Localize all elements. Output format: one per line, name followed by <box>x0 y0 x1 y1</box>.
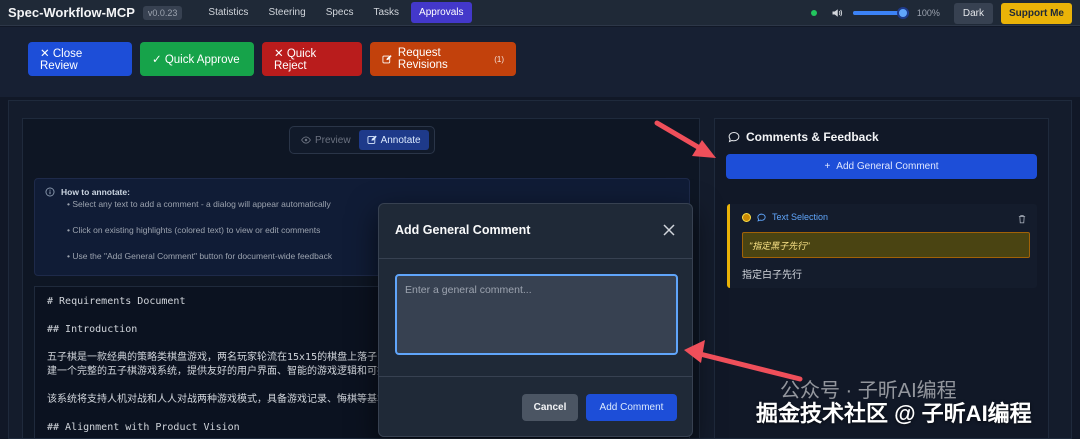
annotate-button[interactable]: Annotate <box>358 130 429 150</box>
cancel-button[interactable]: Cancel <box>522 394 578 421</box>
connection-status-dot <box>810 10 817 16</box>
preview-button[interactable]: Preview <box>293 130 359 150</box>
add-general-comment-button[interactable]: + Add General Comment <box>726 154 1037 179</box>
watermark-site: 掘金技术社区 @ 子昕AI编程 <box>756 401 1032 426</box>
nav-right-controls: 100% Dark Support Me <box>810 0 1072 26</box>
dialog-divider <box>379 376 692 377</box>
quick-approve-label: ✓ Quick Approve <box>152 54 240 66</box>
preview-label: Preview <box>315 134 351 146</box>
add-general-comment-label: Add General Comment <box>836 161 939 172</box>
tab-approvals[interactable]: Approvals <box>411 2 472 23</box>
dialog-divider <box>379 258 692 259</box>
tab-specs[interactable]: Specs <box>318 2 362 23</box>
tab-statistics[interactable]: Statistics <box>200 2 256 23</box>
view-mode-toggle: Preview Annotate <box>289 126 435 154</box>
theme-toggle-button[interactable]: Dark <box>953 2 993 24</box>
edit-icon <box>367 135 377 144</box>
general-comment-input[interactable] <box>395 274 678 355</box>
quick-approve-button[interactable]: ✓ Quick Approve <box>140 42 254 76</box>
selected-text-quote: "指定黑子先行" <box>742 232 1030 258</box>
nav-tabs: Statistics Steering Specs Tasks Approval… <box>200 2 472 23</box>
app-title[interactable]: Spec-Workflow-MCP <box>8 5 135 20</box>
volume-slider[interactable] <box>852 7 909 19</box>
close-icon[interactable] <box>663 224 675 236</box>
comment-body: 指定白子先行 <box>742 270 802 281</box>
chat-bubble-icon <box>728 131 740 143</box>
help-title-text: How to annotate: <box>61 187 130 197</box>
quick-reject-label: ✕ Quick Reject <box>274 48 317 72</box>
quick-reject-button[interactable]: ✕ Quick Reject <box>262 42 362 76</box>
trash-icon[interactable] <box>1017 214 1027 224</box>
top-navigation: Spec-Workflow-MCP v0.0.23 Statistics Ste… <box>0 0 1080 26</box>
close-review-label: ✕ Close Review <box>40 48 83 72</box>
comments-header: Comments & Feedback <box>728 130 879 144</box>
volume-value: 100% <box>916 8 940 18</box>
tab-tasks[interactable]: Tasks <box>365 2 407 23</box>
add-comment-button[interactable]: Add Comment <box>586 394 677 421</box>
dialog-title: Add General Comment <box>395 223 531 237</box>
edit-icon <box>382 54 392 63</box>
close-review-button[interactable]: ✕ Close Review <box>28 42 132 76</box>
info-icon <box>45 187 55 197</box>
revisions-count: (1) <box>494 54 504 64</box>
highlight-color-dot[interactable] <box>742 212 751 222</box>
help-title: How to annotate: <box>45 187 679 197</box>
annotate-label: Annotate <box>380 134 421 146</box>
chat-bubble-icon <box>757 213 766 222</box>
tab-steering[interactable]: Steering <box>260 2 313 23</box>
review-action-bar: ✕ Close Review ✓ Quick Approve ✕ Quick R… <box>0 27 1080 97</box>
support-me-button[interactable]: Support Me <box>1001 2 1072 24</box>
version-badge: v0.0.23 <box>142 5 183 20</box>
eye-icon <box>301 136 311 144</box>
add-general-comment-dialog: Add General Comment Cancel Add Comment <box>378 203 693 437</box>
request-revisions-label: Request Revisions <box>397 47 448 71</box>
plus-icon: + <box>824 161 831 172</box>
comment-card[interactable]: Text Selection "指定黑子先行" 指定白子先行 <box>727 204 1037 288</box>
request-revisions-button[interactable]: Request Revisions (1) <box>370 42 516 76</box>
comment-card-header: Text Selection <box>742 212 828 222</box>
volume-slider-thumb[interactable] <box>896 7 909 19</box>
volume-icon[interactable] <box>831 7 843 19</box>
comment-type: Text Selection <box>772 212 829 222</box>
comments-title: Comments & Feedback <box>746 130 879 144</box>
